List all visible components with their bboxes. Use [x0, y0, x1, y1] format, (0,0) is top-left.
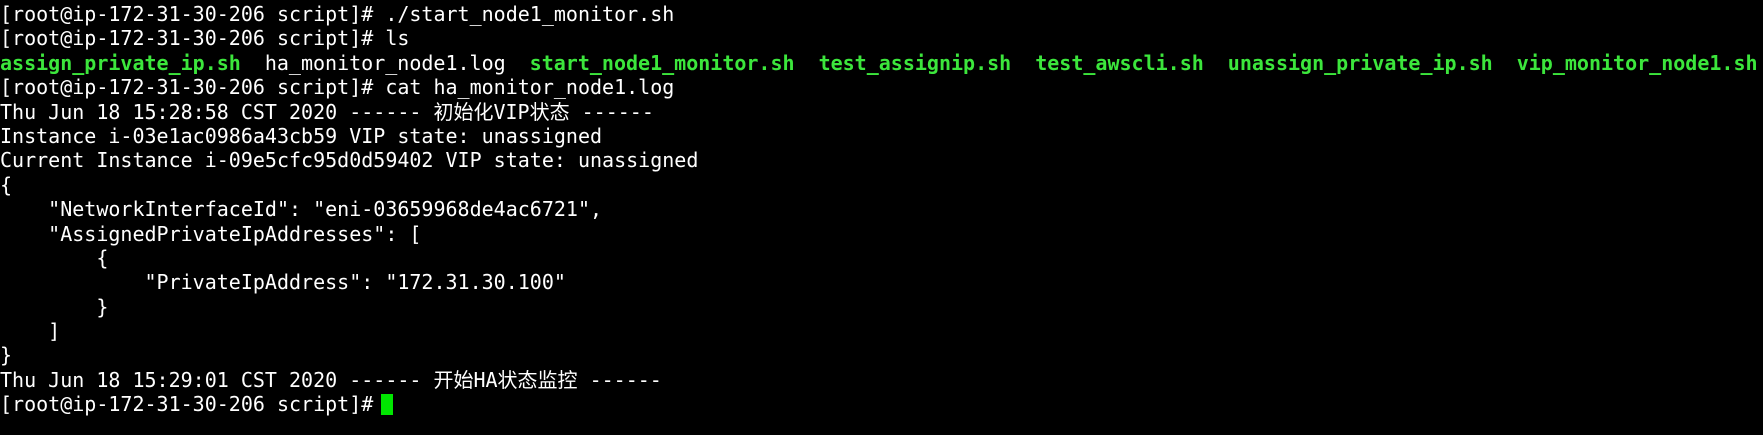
ls-file-executable: test_assignip.sh — [818, 50, 1012, 75]
terminal-line: [root@ip-172-31-30-206 script]# cat ha_m… — [0, 75, 675, 100]
block-cursor-icon — [381, 394, 394, 416]
terminal-line: Current Instance i-09e5cfc95d0d59402 VIP… — [0, 148, 699, 173]
terminal-line: { — [0, 172, 13, 197]
ls-file-executable: start_node1_monitor.sh — [529, 50, 795, 75]
terminal-window[interactable]: [root@ip-172-31-30-206 script]# ./start_… — [0, 0, 1763, 435]
terminal-line: "NetworkInterfaceId": "eni-03659968de4ac… — [0, 197, 603, 222]
terminal-line: Instance i-03e1ac0986a43cb59 VIP state: … — [0, 123, 603, 148]
ls-file-executable: vip_monitor_node1.sh — [1516, 50, 1758, 75]
prompt-line[interactable]: [root@ip-172-31-30-206 script]# — [0, 392, 1763, 416]
ls-file-plain: ha_monitor_node1.log — [264, 50, 506, 75]
ls-output-line: assign_private_ip.sh ha_monitor_node1.log… — [0, 51, 1763, 75]
terminal-line: } — [0, 294, 109, 319]
terminal-line: Thu Jun 18 15:28:58 CST 2020 ------ 初始化V… — [0, 99, 654, 124]
terminal-line: "PrivateIpAddress": "172.31.30.100" — [0, 270, 566, 295]
ls-file-executable: test_awscli.sh — [1035, 50, 1204, 75]
ls-file-executable: assign_private_ip.sh — [0, 50, 241, 75]
ls-file-executable: unassign_private_ip.sh — [1227, 50, 1493, 75]
terminal-line: "AssignedPrivateIpAddresses": [ — [0, 221, 422, 246]
terminal-line: [root@ip-172-31-30-206 script]# ./start_… — [0, 2, 675, 26]
terminal-line: } — [0, 343, 13, 368]
terminal-line: Thu Jun 18 15:29:01 CST 2020 ------ 开始HA… — [0, 367, 662, 392]
shell-prompt: [root@ip-172-31-30-206 script]# — [0, 392, 374, 417]
terminal-line: [root@ip-172-31-30-206 script]# ls — [0, 26, 410, 51]
terminal-line: { — [0, 245, 109, 270]
terminal-line: ] — [0, 319, 61, 344]
